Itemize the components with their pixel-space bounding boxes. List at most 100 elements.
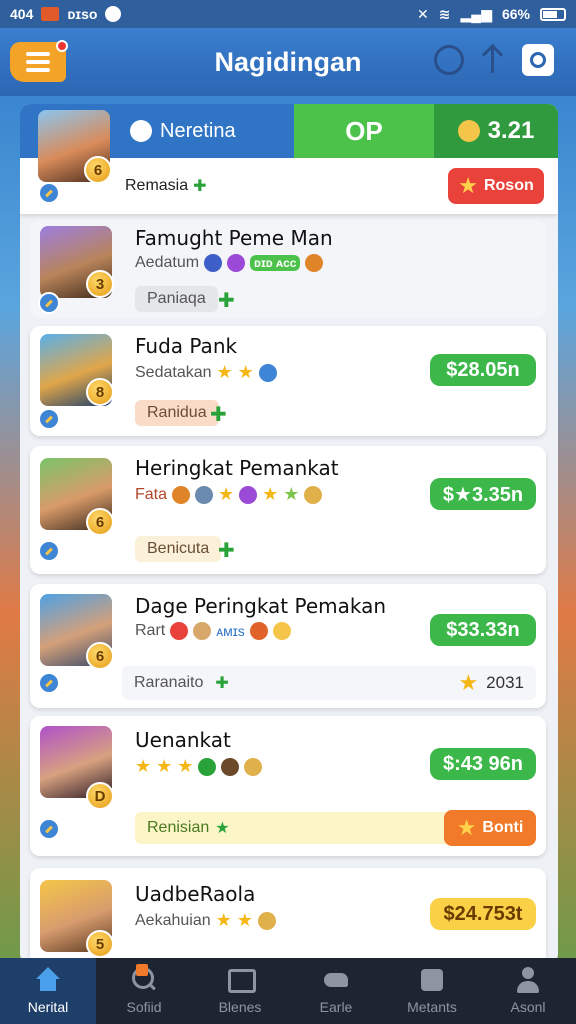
notification-badge bbox=[136, 964, 148, 976]
home-icon bbox=[34, 967, 62, 993]
gem-icon bbox=[227, 254, 246, 272]
camera-icon[interactable] bbox=[522, 44, 554, 76]
score-row: Raranaito ✚ ★ 2031 bbox=[122, 666, 536, 700]
list-item[interactable]: 5 UadbeRaola Aekahuian ★ ★ $24.753t bbox=[30, 868, 546, 964]
item-title: Fuda Pank bbox=[135, 334, 238, 358]
barrel-icon bbox=[193, 622, 212, 640]
star-icon: ★ bbox=[458, 670, 479, 695]
rank-badge-icon bbox=[38, 182, 60, 204]
item-subtitle: Fata bbox=[135, 485, 168, 503]
share-icon[interactable] bbox=[482, 45, 504, 75]
rank-badge-icon bbox=[38, 292, 60, 314]
medal-icon bbox=[130, 120, 152, 142]
rank-badge-icon bbox=[38, 818, 60, 840]
star-icon: ★ bbox=[215, 910, 232, 930]
level-badge: 6 bbox=[84, 156, 112, 184]
item-subtitle: Remasia bbox=[125, 177, 189, 194]
list-item[interactable]: 3 Famught Peme Man Aedatum ᴅɪᴅ ᴀᴄᴄ Pania… bbox=[30, 220, 546, 318]
chest-icon bbox=[221, 757, 240, 776]
level-badge: 8 bbox=[86, 378, 114, 406]
menu-button[interactable] bbox=[10, 40, 68, 82]
score-label: Raranaito bbox=[134, 674, 204, 691]
star-icon: ★ bbox=[215, 820, 230, 837]
notification-badge bbox=[56, 40, 68, 52]
screen-icon bbox=[226, 967, 256, 993]
roson-button[interactable]: ★ Roson bbox=[448, 168, 544, 204]
trophy-icon bbox=[457, 120, 480, 142]
plus-icon: ✚ bbox=[210, 404, 227, 426]
signal-icon: ▂▄▆ bbox=[460, 5, 492, 22]
nav-screens[interactable]: Blenes bbox=[192, 958, 288, 1024]
tab-op[interactable]: OP bbox=[294, 104, 434, 158]
shell-icon bbox=[272, 622, 291, 640]
item-title: Dage Peringkat Pemakan bbox=[135, 594, 387, 618]
rank-badge-icon bbox=[38, 540, 60, 562]
item-tag: Benicuta bbox=[135, 536, 222, 562]
burger-icon bbox=[305, 254, 324, 272]
plus-icon: ✚ bbox=[215, 675, 229, 692]
item-title: Uenankat bbox=[135, 728, 231, 752]
tab-label: Neretina bbox=[160, 119, 236, 142]
status-carrier: ᴅɪsᴏ bbox=[67, 6, 98, 22]
gamepad-icon[interactable] bbox=[434, 45, 464, 75]
item-extra: ᴀᴍɪs bbox=[216, 623, 245, 639]
person-icon bbox=[514, 967, 542, 993]
leaf-icon bbox=[198, 757, 217, 776]
item-tag: Renisian ★ bbox=[135, 812, 453, 844]
tag-icon: ᴅɪᴅ ᴀᴄᴄ bbox=[250, 255, 301, 271]
status-time: 404 bbox=[10, 6, 34, 22]
item-subtitle: Rart bbox=[135, 622, 166, 639]
list-item[interactable]: D Uenankat ★ ★ ★ $:43 96n Renisian ★ ★ B… bbox=[30, 716, 546, 856]
tab-label: OP bbox=[345, 115, 383, 146]
level-badge: 6 bbox=[86, 642, 114, 670]
list-item[interactable]: 6 Dage Peringkat Pemakan Rart ᴀᴍɪs $33.3… bbox=[30, 584, 546, 708]
nav-home[interactable]: Nerital bbox=[0, 958, 96, 1024]
item-title: Famught Peme Man bbox=[135, 226, 333, 250]
price-button[interactable]: $:43 96n bbox=[430, 748, 536, 780]
app-icon bbox=[105, 6, 122, 22]
status-bar: 404 ᴅɪsᴏ ✕ ≋ ▂▄▆ 66% bbox=[0, 0, 576, 28]
star-icon: ★ bbox=[237, 362, 254, 382]
star-icon: ★ bbox=[156, 756, 173, 776]
price-button[interactable]: $28.05n bbox=[430, 354, 536, 386]
list-item[interactable]: 8 Fuda Pank Sedatakan ★ ★ Ranidua ✚ $28.… bbox=[30, 326, 546, 436]
badge-icon bbox=[258, 363, 277, 382]
score-value: 2031 bbox=[486, 673, 524, 692]
page-title: Nagidingan bbox=[214, 46, 362, 77]
price-button[interactable]: $★3.35n bbox=[430, 478, 536, 510]
mute-icon: ✕ bbox=[417, 5, 429, 22]
star-icon: ★ bbox=[218, 484, 235, 504]
leaderboard-panel: Neretina OP 3.21 Remasia ✚ ★ Roson 6 3 F… bbox=[20, 104, 558, 964]
price-button[interactable]: $33.33n bbox=[430, 614, 536, 646]
battery-percent: 66% bbox=[501, 6, 530, 22]
score-display: 3.21 bbox=[434, 104, 558, 158]
price-button[interactable]: $24.753t bbox=[430, 898, 536, 930]
list-item[interactable]: 6 Heringkat Pemankat Fata ★ ★ ★ Benicuta… bbox=[30, 446, 546, 574]
nav-earle[interactable]: Earle bbox=[288, 958, 384, 1024]
app-header: Nagidingan bbox=[0, 28, 576, 96]
coin-icon bbox=[304, 485, 323, 504]
shield-icon bbox=[195, 485, 214, 504]
item-title: Heringkat Pemankat bbox=[135, 456, 339, 480]
level-badge: 6 bbox=[86, 508, 114, 536]
wifi-icon: ≋ bbox=[438, 5, 451, 22]
star-icon: ★ bbox=[177, 756, 194, 776]
bonus-button[interactable]: ★ Bonti bbox=[444, 810, 536, 846]
star-icon: ★ bbox=[283, 484, 300, 504]
star-icon: ★ bbox=[135, 756, 152, 776]
rank-badge-icon bbox=[38, 408, 60, 430]
level-badge: 3 bbox=[86, 270, 114, 298]
coin-icon bbox=[257, 911, 276, 930]
level-badge: 5 bbox=[86, 930, 114, 958]
bottom-nav: Nerital Sofiid Blenes Earle Metants Ason… bbox=[0, 958, 576, 1024]
nav-account[interactable]: Asonl bbox=[480, 958, 576, 1024]
item-subtitle: Aedatum bbox=[135, 254, 200, 271]
star-icon: ★ bbox=[458, 173, 478, 198]
nav-metants[interactable]: Metants bbox=[384, 958, 480, 1024]
badge-icon bbox=[204, 254, 223, 272]
nav-search[interactable]: Sofiid bbox=[96, 958, 192, 1024]
star-icon: ★ bbox=[262, 484, 279, 504]
gem-icon bbox=[239, 485, 258, 504]
level-badge: D bbox=[86, 782, 114, 810]
item-subtitle: Sedatakan bbox=[135, 363, 212, 381]
